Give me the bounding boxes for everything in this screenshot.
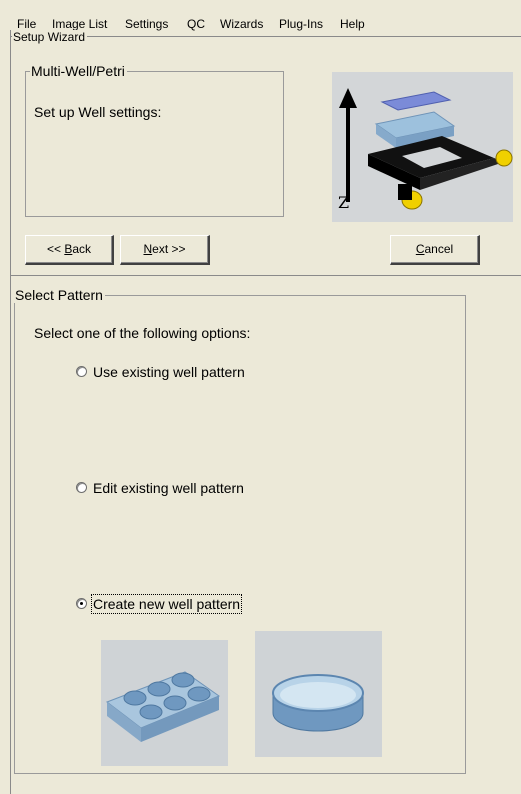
radio-create-new[interactable] xyxy=(76,598,87,609)
label-create-new[interactable]: Create new well pattern xyxy=(90,594,243,614)
menu-image-list[interactable]: Image List xyxy=(52,17,107,31)
select-pattern-title: Select Pattern xyxy=(14,287,105,303)
radio-use-existing[interactable] xyxy=(76,366,87,377)
radio-edit-existing[interactable] xyxy=(76,482,87,493)
menu-plug-ins[interactable]: Plug-Ins xyxy=(279,17,323,31)
menu-help[interactable]: Help xyxy=(340,17,365,31)
next-button[interactable]: Next >> xyxy=(120,235,210,265)
petri-dish-image xyxy=(255,631,382,757)
next-hotkey: N xyxy=(143,242,153,256)
next-rest: ext >> xyxy=(152,242,186,256)
back-rest: ack xyxy=(72,242,92,256)
stage-knob-right xyxy=(495,149,513,167)
stage-illustration-svg: Z xyxy=(338,88,513,212)
label-edit-existing[interactable]: Edit existing well pattern xyxy=(93,480,244,496)
menu-file[interactable]: File xyxy=(17,17,36,31)
menu-qc[interactable]: QC xyxy=(187,17,205,31)
select-pattern-prompt: Select one of the following options: xyxy=(34,325,251,341)
cancel-button[interactable]: Cancel xyxy=(390,235,480,265)
label-use-existing[interactable]: Use existing well pattern xyxy=(93,364,245,380)
multi-well-plate-svg xyxy=(105,671,221,742)
back-prefix: << xyxy=(46,242,65,256)
plate-well xyxy=(163,695,187,711)
plate-well xyxy=(187,686,211,702)
wizard-title: Setup Wizard xyxy=(12,30,88,44)
step-description: Set up Well settings: xyxy=(34,104,162,120)
menu-wizards[interactable]: Wizards xyxy=(220,17,263,31)
wizard-separator xyxy=(10,275,521,276)
step-group-title: Multi-Well/Petri xyxy=(30,63,127,79)
stage-z-axis-illustration: Z xyxy=(332,72,513,222)
slide-plate xyxy=(380,91,452,111)
plate-well xyxy=(139,704,163,720)
plate-well xyxy=(123,690,147,706)
z-axis-arrowhead xyxy=(339,88,357,108)
menu-settings[interactable]: Settings xyxy=(125,17,168,31)
z-axis-label: Z xyxy=(338,193,349,212)
back-button[interactable]: << Back xyxy=(25,235,114,265)
stage-knob-post xyxy=(398,184,412,200)
cancel-rest: ancel xyxy=(424,242,454,256)
plate-well xyxy=(147,681,171,697)
window-left-border xyxy=(10,30,11,794)
petri-dish-svg xyxy=(272,674,364,732)
step-groupbox xyxy=(25,71,284,217)
dish-inner xyxy=(280,682,356,708)
multi-well-plate-image xyxy=(101,640,228,766)
menu-bar: File Image List Settings QC Wizards Plug… xyxy=(10,0,521,31)
plate-well xyxy=(171,672,195,688)
